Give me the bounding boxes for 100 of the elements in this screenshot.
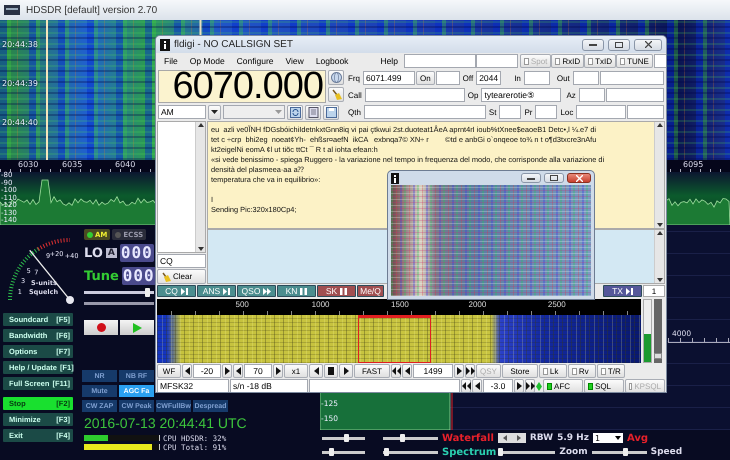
save-button[interactable] [323, 104, 339, 120]
input-field[interactable] [535, 105, 558, 119]
arrow-button[interactable] [461, 379, 471, 392]
macro-page-field[interactable]: 1 [643, 285, 665, 297]
frequency-display[interactable]: 6070.000 [158, 70, 326, 103]
macro-button[interactable]: SK [317, 285, 356, 297]
mode-field[interactable]: AM [158, 105, 206, 119]
macro-text-field[interactable]: CQ [157, 254, 206, 268]
control-button[interactable]: FAST [354, 364, 390, 378]
input-field[interactable] [476, 54, 518, 68]
clear-button[interactable]: Clear [157, 269, 206, 284]
arrow-button[interactable] [182, 364, 192, 378]
input-field[interactable] [404, 54, 476, 68]
scrollbar[interactable] [654, 122, 664, 228]
input-field[interactable] [578, 88, 605, 102]
input-field[interactable]: 2044 [476, 71, 502, 85]
record-button[interactable] [84, 320, 118, 335]
slider[interactable] [500, 450, 556, 454]
spin-field[interactable]: -20 [193, 364, 221, 378]
slider-thumb[interactable] [498, 448, 504, 456]
lo-frequency[interactable]: 000 [120, 244, 154, 262]
maximize-button[interactable] [544, 173, 564, 183]
input-field[interactable]: tytearerotie⑤ [481, 88, 562, 102]
slider[interactable] [383, 436, 438, 440]
close-button[interactable] [567, 173, 591, 183]
back-button[interactable] [309, 364, 323, 378]
toggle-button[interactable]: TxID [584, 54, 616, 68]
menu-item[interactable]: Help [374, 56, 404, 66]
input-field[interactable] [524, 71, 550, 85]
macro-button[interactable]: CQ [157, 285, 196, 297]
slider[interactable] [383, 450, 438, 454]
menu-item[interactable]: Logbook [310, 56, 354, 66]
toggle-button[interactable]: Rv [568, 364, 596, 378]
slider-thumb[interactable] [622, 448, 628, 456]
arrow-button[interactable] [454, 364, 464, 378]
macro-button[interactable]: KN [277, 285, 316, 297]
on-button[interactable]: On [416, 71, 435, 85]
input-field[interactable] [627, 105, 664, 119]
slider[interactable] [84, 291, 154, 294]
input-field[interactable] [364, 88, 465, 102]
clear-button[interactable] [328, 87, 344, 102]
toggle-button[interactable]: AFC [543, 379, 583, 392]
arrow-button[interactable] [402, 364, 412, 378]
control-button[interactable]: WF [157, 364, 181, 378]
arrow-button[interactable] [514, 379, 524, 392]
close-button[interactable] [634, 38, 662, 50]
minimize-button[interactable] [582, 38, 604, 50]
document-button[interactable] [305, 104, 321, 120]
arrow-button[interactable] [233, 364, 243, 378]
arrow-button[interactable] [472, 379, 482, 392]
slider-thumb[interactable] [400, 434, 406, 442]
squelch-slider[interactable] [654, 299, 662, 363]
spin-field[interactable]: 1499 [413, 364, 453, 378]
slider[interactable] [322, 436, 365, 440]
slider-thumb[interactable] [654, 353, 662, 360]
input-field[interactable] [576, 105, 626, 119]
input-field[interactable] [600, 71, 664, 85]
slider-thumb[interactable] [344, 434, 349, 442]
slider-thumb[interactable] [328, 448, 334, 456]
menu-item[interactable]: View [280, 56, 310, 66]
arrow-button[interactable] [273, 364, 283, 378]
menu-item[interactable]: Op Mode [184, 56, 231, 66]
dropdown-button[interactable] [208, 104, 221, 120]
macro-button[interactable]: TX [603, 285, 642, 297]
toggle-button[interactable]: SQL [584, 379, 624, 392]
spin-field[interactable]: -3.0 [483, 379, 513, 392]
spin-control[interactable] [498, 433, 526, 443]
macro-button[interactable]: QSO [237, 285, 276, 297]
arrow-button[interactable] [222, 364, 232, 378]
spin-field[interactable]: 70 [244, 364, 272, 378]
slider-thumb[interactable] [384, 448, 389, 456]
scrollbar[interactable] [654, 230, 664, 283]
control-button[interactable]: x1 [284, 364, 308, 378]
toggle-button[interactable]: TUNE [616, 54, 653, 68]
input-field[interactable] [606, 88, 664, 102]
macro-button[interactable]: Me/Q [357, 285, 384, 297]
arrow-button[interactable] [525, 379, 535, 392]
menu-item[interactable]: File [158, 56, 184, 66]
stop-button[interactable] [324, 364, 338, 378]
dropdown-field[interactable] [223, 105, 285, 119]
minimize-button[interactable] [521, 173, 541, 183]
input-field[interactable] [499, 105, 522, 119]
lo-badge[interactable]: A [106, 248, 117, 258]
input-field[interactable] [436, 71, 460, 85]
arrow-button[interactable] [391, 364, 401, 378]
toggle-button[interactable]: Lk [538, 364, 567, 378]
average-select[interactable]: 1 [592, 433, 623, 443]
input-field[interactable] [572, 71, 599, 85]
slider-thumb[interactable] [145, 288, 150, 297]
input-field[interactable]: 6071.499 [363, 71, 415, 85]
slider[interactable] [322, 450, 365, 454]
slider[interactable] [592, 450, 647, 454]
globe-button[interactable] [328, 70, 344, 85]
menu-item[interactable]: Configure [230, 56, 280, 66]
toggle-button[interactable]: T/R [596, 364, 625, 378]
tune-frequency[interactable]: 000 [122, 267, 156, 285]
control-button[interactable]: Store [502, 364, 538, 378]
arrow-button[interactable] [465, 364, 475, 378]
scrollbar[interactable] [195, 122, 205, 252]
maximize-button[interactable] [608, 38, 630, 50]
